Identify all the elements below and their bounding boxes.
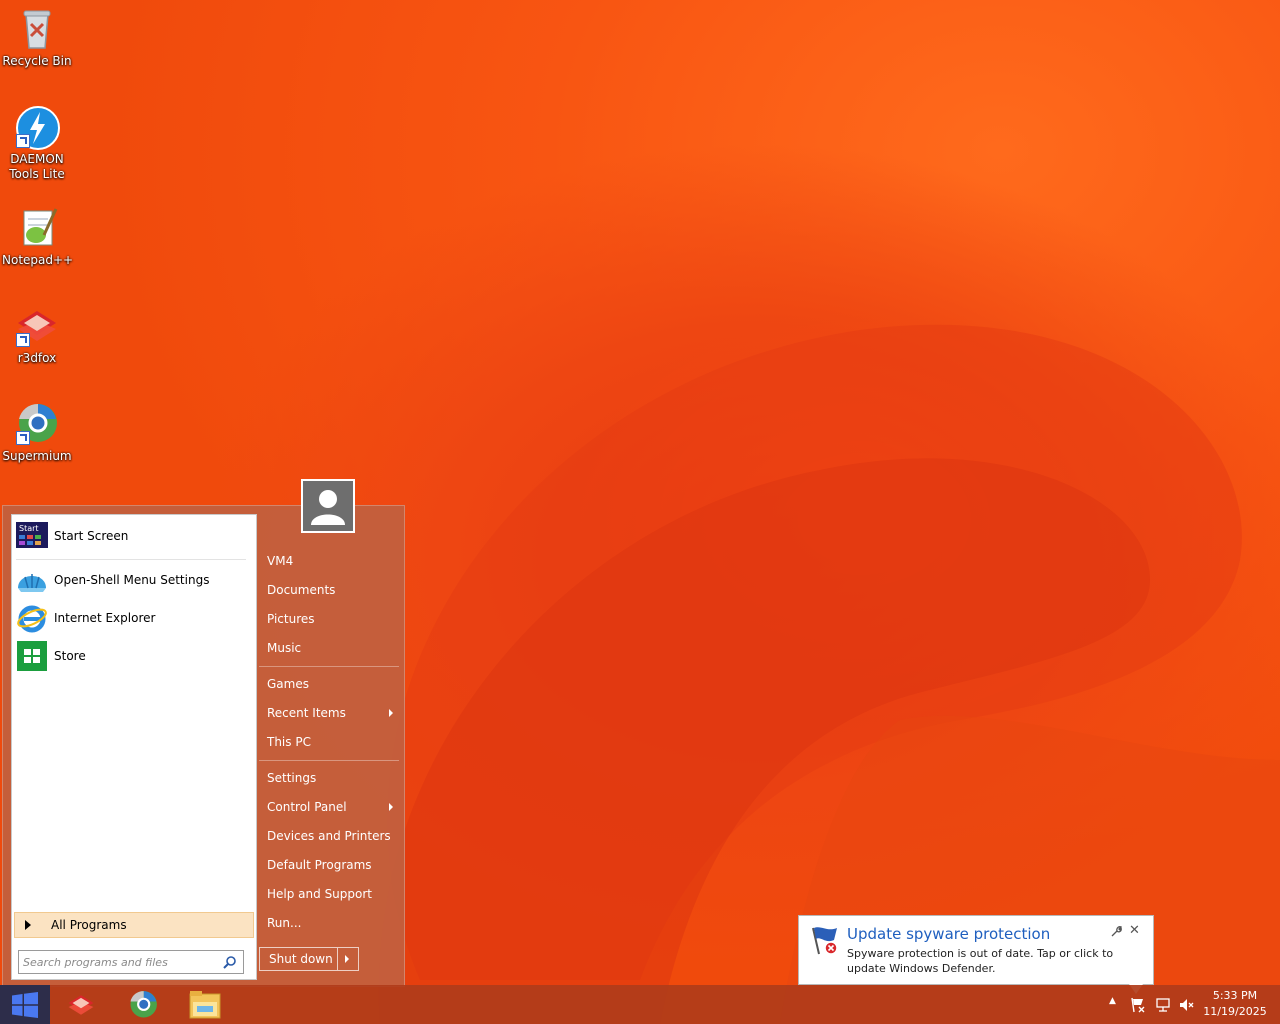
shortcut-arrow-icon xyxy=(16,333,30,347)
desktop-icon-r3dfox[interactable]: r3dfox xyxy=(2,303,72,366)
start-screen-icon: Start xyxy=(16,520,48,552)
open-shell-icon xyxy=(16,564,48,596)
start-item-recent-items[interactable]: Recent Items xyxy=(267,700,401,726)
settings-wrench-icon[interactable] xyxy=(1111,926,1123,940)
start-item-vm4[interactable]: VM4 xyxy=(267,548,401,574)
store-icon xyxy=(16,640,48,672)
desktop-icon-supermium[interactable]: Supermium xyxy=(2,401,72,464)
desktop-icon-label: Recycle Bin xyxy=(2,54,72,68)
shutdown-options-arrow-icon[interactable] xyxy=(337,948,358,970)
r3dfox-icon xyxy=(14,303,60,349)
start-item-label: Devices and Printers xyxy=(267,829,391,843)
program-internet-explorer[interactable]: Internet Explorer xyxy=(16,601,252,635)
search-box[interactable] xyxy=(18,950,244,974)
start-item-settings[interactable]: Settings xyxy=(267,765,401,791)
start-menu-programs-pane: Start Start Screen Open-Shell Menu Setti… xyxy=(11,514,257,980)
start-item-label: Recent Items xyxy=(267,706,346,720)
divider xyxy=(259,760,399,761)
clock-time: 5:33 PM xyxy=(1212,989,1258,1002)
start-button[interactable] xyxy=(0,985,50,1024)
start-item-help-and-support[interactable]: Help and Support xyxy=(267,881,401,907)
start-item-label: Documents xyxy=(267,583,336,597)
start-item-label: Help and Support xyxy=(267,887,372,901)
start-item-label: Music xyxy=(267,641,302,655)
start-item-label: Control Panel xyxy=(267,800,347,814)
desktop-icon-recycle-bin[interactable]: Recycle Bin xyxy=(2,6,72,69)
desktop-icon-label: r3dfox xyxy=(17,351,57,365)
system-clock[interactable]: 5:33 PM 11/19/2025 xyxy=(1200,988,1270,1020)
shortcut-arrow-icon xyxy=(16,431,30,445)
start-item-label: Games xyxy=(267,677,309,691)
supermium-icon xyxy=(14,401,60,447)
taskbar: ▲ 5:33 PM 11/19/2025 xyxy=(0,985,1280,1024)
supermium-icon xyxy=(130,991,157,1018)
start-menu: Start Start Screen Open-Shell Menu Setti… xyxy=(2,479,405,987)
defender-flag-error-icon xyxy=(809,924,841,956)
start-item-music[interactable]: Music xyxy=(267,635,401,661)
program-start-screen[interactable]: Start Start Screen xyxy=(16,519,252,553)
recycle-bin-icon xyxy=(14,6,60,52)
start-item-label: Default Programs xyxy=(267,858,372,872)
start-item-devices-and-printers[interactable]: Devices and Printers xyxy=(267,823,401,849)
windows-logo-icon xyxy=(12,992,38,1018)
notepad-plus-plus-icon xyxy=(14,205,60,251)
start-item-label: Pictures xyxy=(267,612,315,626)
notification-body: Spyware protection is out of date. Tap o… xyxy=(847,947,1114,975)
start-item-default-programs[interactable]: Default Programs xyxy=(267,852,401,878)
internet-explorer-icon xyxy=(16,602,48,634)
user-avatar[interactable] xyxy=(301,479,355,533)
desktop-icon-label: DAEMON Tools Lite xyxy=(9,152,65,181)
shutdown-button[interactable]: Shut down xyxy=(259,947,359,971)
desktop-icon-notepad-plus-plus[interactable]: Notepad++ xyxy=(2,205,74,268)
desktop-icon-daemon-tools[interactable]: DAEMON Tools Lite xyxy=(2,104,72,182)
start-item-label: VM4 xyxy=(267,554,294,568)
close-icon[interactable]: ✕ xyxy=(1129,923,1140,938)
divider xyxy=(16,559,246,560)
shutdown-label: Shut down xyxy=(269,952,333,966)
notification-title: Update spyware protection xyxy=(847,925,1051,943)
all-programs-label: All Programs xyxy=(51,918,127,932)
start-item-label: Run... xyxy=(267,916,302,930)
start-item-label: Settings xyxy=(267,771,317,785)
start-item-documents[interactable]: Documents xyxy=(267,577,401,603)
start-item-label: This PC xyxy=(267,735,311,749)
start-item-games[interactable]: Games xyxy=(267,671,401,697)
program-label: Store xyxy=(54,649,86,663)
submenu-arrow-icon xyxy=(389,709,393,717)
show-hidden-icons-chevron-icon[interactable]: ▲ xyxy=(1109,996,1116,1006)
program-label: Start Screen xyxy=(54,529,129,543)
search-input[interactable] xyxy=(23,955,219,969)
expand-arrow-icon xyxy=(25,920,31,930)
desktop-icon-label: Notepad++ xyxy=(2,253,74,267)
taskbar-app-supermium[interactable] xyxy=(114,985,172,1024)
shortcut-arrow-icon xyxy=(16,134,30,148)
all-programs-button[interactable]: All Programs xyxy=(14,912,254,938)
taskbar-app-file-explorer[interactable] xyxy=(176,985,234,1024)
start-item-this-pc[interactable]: This PC xyxy=(267,729,401,755)
network-icon[interactable] xyxy=(1155,997,1171,1016)
taskbar-app-r3dfox[interactable] xyxy=(52,985,110,1024)
r3dfox-icon xyxy=(68,995,94,1015)
volume-muted-icon[interactable] xyxy=(1178,997,1194,1016)
notification-toast[interactable]: Update spyware protection Spyware protec… xyxy=(798,915,1154,994)
svg-text:Start: Start xyxy=(19,524,39,533)
program-store[interactable]: Store xyxy=(16,639,252,673)
search-icon[interactable] xyxy=(223,955,237,969)
action-center-flag-icon[interactable] xyxy=(1130,997,1146,1016)
start-item-pictures[interactable]: Pictures xyxy=(267,606,401,632)
desktop-icon-label: Supermium xyxy=(2,449,72,463)
start-item-control-panel[interactable]: Control Panel xyxy=(267,794,401,820)
start-item-run[interactable]: Run... xyxy=(267,910,401,936)
program-label: Open-Shell Menu Settings xyxy=(54,573,210,587)
clock-date: 11/19/2025 xyxy=(1203,1005,1267,1018)
daemon-tools-icon xyxy=(14,104,60,150)
file-explorer-icon xyxy=(189,991,221,1019)
submenu-arrow-icon xyxy=(389,803,393,811)
program-open-shell-settings[interactable]: Open-Shell Menu Settings xyxy=(16,563,252,597)
divider xyxy=(259,666,399,667)
program-label: Internet Explorer xyxy=(54,611,156,625)
